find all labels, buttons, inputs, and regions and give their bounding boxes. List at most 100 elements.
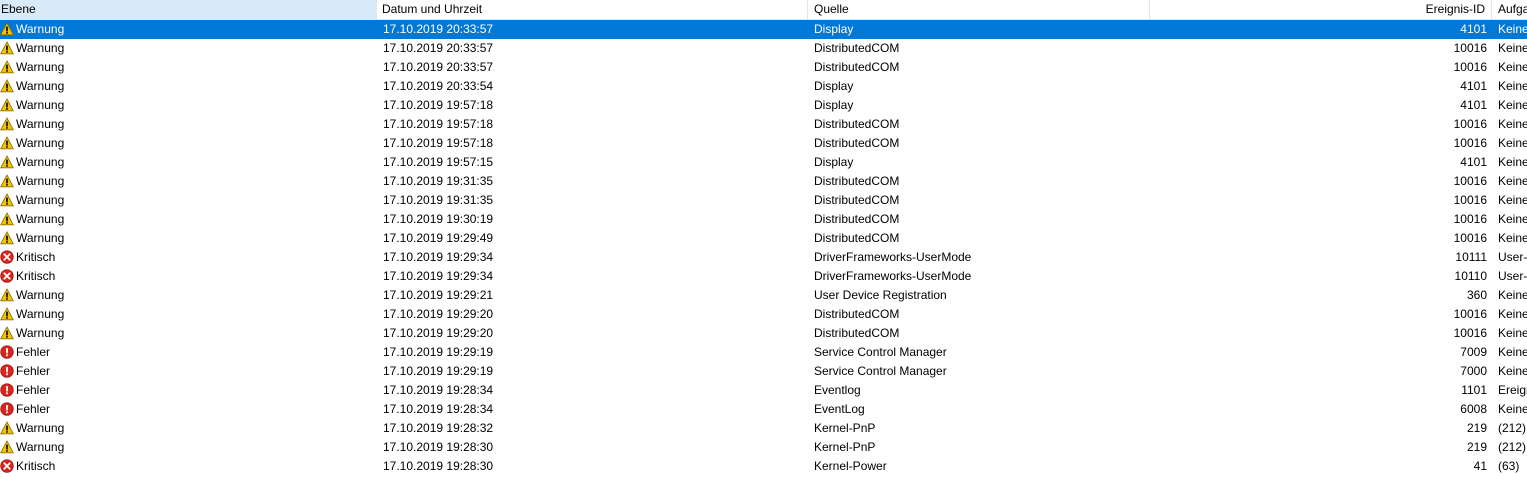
task-cell: (212) xyxy=(1498,421,1527,435)
level-text: Kritisch xyxy=(16,250,56,264)
date-cell: 17.10.2019 19:29:49 xyxy=(383,231,494,245)
event-row[interactable]: Fehler 17.10.2019 19:28:34 EventLog 6008 Kei… xyxy=(0,400,1527,419)
event-id-cell: 10016 xyxy=(1453,326,1487,340)
level-cell: Warnung xyxy=(0,438,377,457)
date-cell: 17.10.2019 20:33:57 xyxy=(383,60,494,74)
event-row[interactable]: Warnung 17.10.2019 19:29:21 User Device Re… xyxy=(0,286,1527,305)
date-cell: 17.10.2019 19:31:35 xyxy=(383,174,494,188)
warning-icon xyxy=(0,98,14,112)
task-cell: Keine xyxy=(1498,79,1527,93)
task-cell: User- xyxy=(1498,269,1527,283)
level-cell: Warnung xyxy=(0,305,377,324)
event-id-cell: 41 xyxy=(1473,459,1487,473)
warning-icon xyxy=(0,136,14,150)
task-cell: Keine xyxy=(1498,402,1527,416)
event-id-cell: 7009 xyxy=(1460,345,1487,359)
task-cell: Keine xyxy=(1498,212,1527,226)
source-cell: DriverFrameworks-UserMode xyxy=(814,250,972,264)
column-header-task[interactable]: Aufga xyxy=(1492,0,1527,19)
warning-icon xyxy=(0,174,14,188)
task-cell: Ereigr xyxy=(1498,383,1527,397)
level-text: Kritisch xyxy=(16,459,56,473)
error-icon xyxy=(0,402,14,416)
event-row[interactable]: Fehler 17.10.2019 19:28:34 Eventlog 1101 Ere… xyxy=(0,381,1527,400)
source-cell: Service Control Manager xyxy=(814,345,947,359)
warning-icon xyxy=(0,155,14,169)
critical-icon xyxy=(0,459,14,473)
date-cell: 17.10.2019 19:29:20 xyxy=(383,326,494,340)
level-text: Warnung xyxy=(16,288,65,302)
source-cell: DistributedCOM xyxy=(814,193,900,207)
level-text: Warnung xyxy=(16,41,65,55)
event-row[interactable]: Warnung 17.10.2019 19:31:35 DistributedCOM… xyxy=(0,172,1527,191)
level-text: Warnung xyxy=(16,60,65,74)
date-cell: 17.10.2019 19:31:35 xyxy=(383,193,494,207)
level-text: Warnung xyxy=(16,136,65,150)
event-row[interactable]: Warnung 17.10.2019 19:57:18 Display 4101 Kei… xyxy=(0,96,1527,115)
source-cell: Kernel-Power xyxy=(814,459,887,473)
warning-icon xyxy=(0,193,14,207)
level-text: Warnung xyxy=(16,117,65,131)
warning-icon xyxy=(0,79,14,93)
level-cell: Kritisch xyxy=(0,267,377,286)
warning-icon xyxy=(0,60,14,74)
level-text: Kritisch xyxy=(16,269,56,283)
level-cell: Warnung xyxy=(0,286,377,305)
event-row[interactable]: Warnung 17.10.2019 20:33:54 Display 4101 Kei… xyxy=(0,77,1527,96)
event-row[interactable]: Fehler 17.10.2019 19:29:19 Service Control… xyxy=(0,362,1527,381)
level-cell: Warnung xyxy=(0,172,377,191)
warning-icon xyxy=(0,421,14,435)
event-row[interactable]: Fehler 17.10.2019 19:29:19 Service Control… xyxy=(0,343,1527,362)
date-cell: 17.10.2019 19:57:18 xyxy=(383,117,494,131)
source-cell: DriverFrameworks-UserMode xyxy=(814,269,972,283)
date-cell: 17.10.2019 19:57:18 xyxy=(383,136,494,150)
event-row[interactable]: Warnung 17.10.2019 19:57:18 DistributedCOM… xyxy=(0,134,1527,153)
source-cell: DistributedCOM xyxy=(814,307,900,321)
event-id-cell: 1101 xyxy=(1461,383,1487,397)
event-id-cell: 6008 xyxy=(1460,402,1487,416)
event-row[interactable]: Warnung 17.10.2019 20:33:57 DistributedCOM… xyxy=(0,58,1527,77)
warning-icon xyxy=(0,117,14,131)
task-cell: Keine xyxy=(1498,41,1527,55)
warning-icon xyxy=(0,41,14,55)
event-row[interactable]: Warnung 17.10.2019 19:29:49 DistributedCOM… xyxy=(0,229,1527,248)
event-row[interactable]: Kritisch 17.10.2019 19:29:34 DriverFramewo… xyxy=(0,267,1527,286)
source-cell: DistributedCOM xyxy=(814,117,900,131)
task-cell: Keine xyxy=(1498,231,1527,245)
event-row[interactable]: Warnung 17.10.2019 19:29:20 DistributedCOM… xyxy=(0,324,1527,343)
level-text: Fehler xyxy=(16,383,51,397)
column-header-date[interactable]: Datum und Uhrzeit xyxy=(377,0,808,19)
event-row[interactable]: Kritisch 17.10.2019 19:29:34 DriverFramewo… xyxy=(0,248,1527,267)
level-cell: Warnung xyxy=(0,96,377,115)
event-id-cell: 219 xyxy=(1466,421,1487,435)
event-row[interactable]: Warnung 17.10.2019 19:57:15 Display 4101 Kei… xyxy=(0,153,1527,172)
level-cell: Warnung xyxy=(0,419,377,438)
column-header-source[interactable]: Quelle xyxy=(808,0,1150,19)
task-cell: Keine xyxy=(1498,60,1527,74)
event-row[interactable]: Warnung 17.10.2019 20:33:57 DistributedCOM… xyxy=(0,39,1527,58)
event-row[interactable]: Warnung 17.10.2019 19:57:18 DistributedCOM… xyxy=(0,115,1527,134)
level-cell: Warnung xyxy=(0,20,377,39)
column-header-event-id[interactable]: Ereignis-ID xyxy=(1150,0,1492,19)
event-row[interactable]: Warnung 17.10.2019 19:30:19 DistributedCOM… xyxy=(0,210,1527,229)
date-cell: 17.10.2019 19:28:32 xyxy=(383,421,494,435)
event-row[interactable]: Warnung 17.10.2019 19:29:20 DistributedCOM… xyxy=(0,305,1527,324)
event-row[interactable]: Warnung 17.10.2019 19:28:32 Kernel-PnP 219 (… xyxy=(0,419,1527,438)
warning-icon xyxy=(0,326,14,340)
warning-icon xyxy=(0,440,14,454)
event-id-cell: 10016 xyxy=(1453,212,1487,226)
event-row[interactable]: Warnung 17.10.2019 20:33:57 Display 4101 Kei… xyxy=(0,20,1527,39)
task-cell: (212) xyxy=(1498,440,1527,454)
event-row[interactable]: Warnung 17.10.2019 19:31:35 DistributedCOM… xyxy=(0,191,1527,210)
task-cell: Keine xyxy=(1498,326,1527,340)
event-id-cell: 4101 xyxy=(1460,79,1487,93)
level-text: Warnung xyxy=(16,22,65,36)
task-cell: (63) xyxy=(1498,459,1520,473)
source-cell: DistributedCOM xyxy=(814,136,900,150)
event-id-cell: 10016 xyxy=(1453,136,1487,150)
column-header-level[interactable]: Ebene xyxy=(0,0,377,19)
date-cell: 17.10.2019 20:33:57 xyxy=(383,22,494,36)
event-row[interactable]: Kritisch 17.10.2019 19:28:30 Kernel-Power 4… xyxy=(0,457,1527,476)
event-row[interactable]: Warnung 17.10.2019 19:28:30 Kernel-PnP 219 (… xyxy=(0,438,1527,457)
warning-icon xyxy=(0,307,14,321)
